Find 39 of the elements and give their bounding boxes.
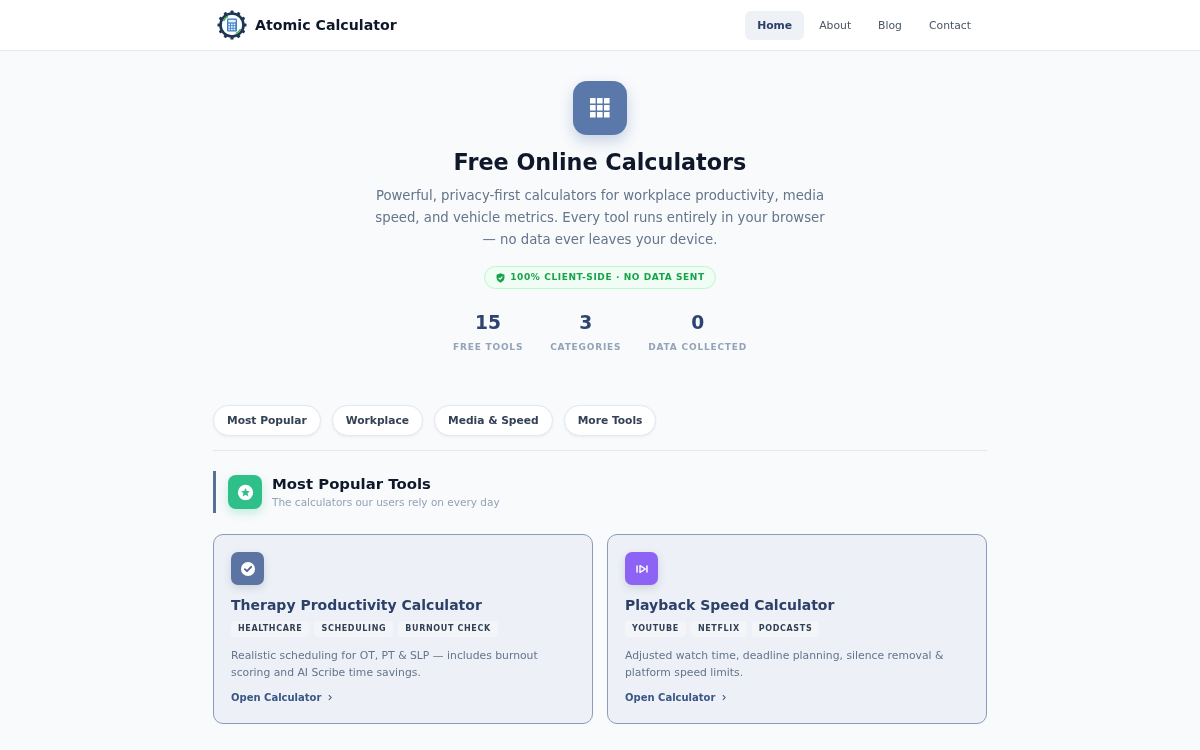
tool-card[interactable]: Therapy Productivity Calculator HEALTHCARE SCHEDULING BURNOUT CHECK Realistic scheduling for OT, PT & SLP — includes burnout scoring and AI Scribe time savings. Open Calculator <box>213 534 593 724</box>
page-title: Free Online Calculators <box>453 149 747 176</box>
stat-label: DATA COLLECTED <box>648 342 747 353</box>
tool-card[interactable]: Playback Speed Calculator YOUTUBE NETFLIX PODCASTS Adjusted watch time, deadline planning, silence removal & platform speed limits. Open Calculator <box>607 534 987 724</box>
stat-value: 0 <box>691 312 705 334</box>
badge-label: 100% CLIENT-SIDE · NO DATA SENT <box>510 272 705 283</box>
tool-tag: NETFLIX <box>690 621 747 637</box>
section-subtitle: The calculators our users rely on every day <box>272 496 500 509</box>
stat-value: 3 <box>579 312 593 334</box>
brand-name[interactable]: Atomic Calculator <box>255 17 397 33</box>
chevron-icon <box>722 694 727 701</box>
tool-tag: SCHEDULING <box>314 621 394 637</box>
section-title: Most Popular Tools <box>272 475 432 493</box>
category-link[interactable]: Most Popular <box>213 405 321 436</box>
nav-link[interactable]: About <box>807 10 864 40</box>
nav-link[interactable]: Blog <box>866 10 914 40</box>
nav-link[interactable]: Home <box>745 10 805 40</box>
category-link[interactable]: More Tools <box>563 405 657 436</box>
stat-label: CATEGORIES <box>550 342 622 353</box>
card-description: Realistic scheduling for OT, PT & SLP — includes burnout scoring and AI Scribe time savings. <box>231 648 539 681</box>
tool-tag: HEALTHCARE <box>231 621 310 637</box>
chevron-icon <box>328 694 333 701</box>
card-description: Adjusted watch time, deadline planning, silence removal & platform speed limits. <box>625 648 945 681</box>
tool-tag: YOUTUBE <box>625 621 686 637</box>
stat-label: FREE TOOLS <box>453 342 524 353</box>
stat-value: 15 <box>475 312 502 334</box>
tool-tag: PODCASTS <box>751 621 820 637</box>
card-title: Therapy Productivity Calculator <box>231 597 482 614</box>
card-title: Playback Speed Calculator <box>625 597 835 614</box>
category-link[interactable]: Workplace <box>331 405 423 436</box>
open-calculator-link[interactable]: Open Calculator <box>231 691 333 704</box>
app-grid-icon <box>573 81 627 135</box>
nav-link[interactable]: Contact <box>917 10 983 40</box>
logo-icon[interactable] <box>217 10 247 40</box>
category-link[interactable]: Media & Speed <box>434 405 553 436</box>
tool-tag: BURNOUT CHECK <box>398 621 498 637</box>
hero-description: Powerful, privacy-first calculators for workplace productivity, media speed, and vehicle metrics. Every tool runs entirely in your browser — no data ever leaves your device. <box>374 187 826 249</box>
open-calculator-link[interactable]: Open Calculator <box>625 691 727 704</box>
shield-check-icon <box>496 272 506 283</box>
